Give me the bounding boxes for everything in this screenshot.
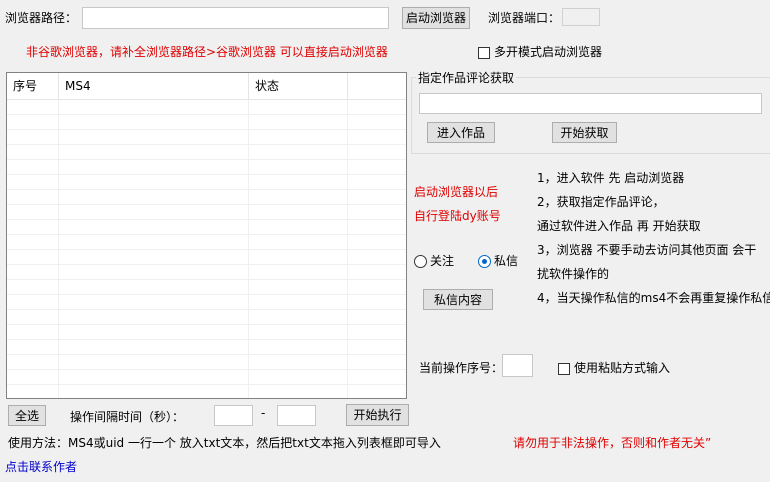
column-divider — [248, 100, 249, 398]
list-header: 序号 MS4 状态 — [7, 73, 406, 100]
current-seq-label: 当前操作序号： — [419, 361, 504, 375]
message-content-button[interactable]: 私信内容 — [423, 289, 493, 310]
follow-label: 关注 — [430, 254, 455, 268]
instruction-line: 扰软件操作的 — [537, 267, 610, 281]
enter-work-button[interactable]: 进入作品 — [427, 122, 495, 143]
login-hint-line2: 自行登陆dy账号 — [414, 209, 501, 223]
work-url-input[interactable] — [419, 93, 762, 114]
select-all-button[interactable]: 全选 — [8, 405, 46, 426]
account-list[interactable]: 序号 MS4 状态 — [6, 72, 407, 399]
interval-from-input[interactable] — [214, 405, 253, 426]
contact-author-link[interactable]: 点击联系作者 — [5, 458, 77, 475]
browser-path-input[interactable] — [82, 7, 389, 29]
paste-mode-checkbox[interactable]: 使用粘贴方式输入 — [558, 359, 670, 376]
start-fetch-button[interactable]: 开始获取 — [552, 122, 617, 143]
interval-dash: - — [261, 406, 266, 420]
start-execute-button[interactable]: 开始执行 — [346, 404, 409, 426]
browser-port-label: 浏览器端口： — [488, 11, 561, 25]
multi-mode-checkbox[interactable]: 多开模式启动浏览器 — [478, 43, 602, 60]
message-label: 私信 — [494, 254, 519, 268]
browser-port-input[interactable] — [562, 8, 600, 26]
interval-to-input[interactable] — [277, 405, 316, 426]
column-header-ms4[interactable]: MS4 — [59, 73, 249, 100]
radio-unchecked-icon — [414, 255, 427, 268]
column-divider — [347, 100, 348, 398]
multi-mode-label: 多开模式启动浏览器 — [494, 45, 603, 59]
checkbox-icon — [558, 362, 570, 375]
follow-radio[interactable]: 关注 — [414, 252, 454, 269]
login-hint-line1: 启动浏览器以后 — [414, 185, 499, 199]
interval-label: 操作间隔时间（秒）： — [70, 410, 185, 424]
instruction-line: 2，获取指定作品评论， — [537, 195, 665, 209]
column-header-seq[interactable]: 序号 — [7, 73, 59, 100]
current-seq-input[interactable] — [502, 354, 533, 377]
instruction-line: 3，浏览器 不要手动去访问其他页面 会干 — [537, 243, 757, 257]
instruction-line: 4，当天操作私信的ms4不会再重复操作私信 — [537, 291, 770, 305]
instruction-line: 通过软件进入作品 再 开始获取 — [537, 219, 701, 233]
work-group-title: 指定作品评论获取 — [416, 69, 517, 86]
usage-text: 使用方法：MS4或uid 一行一个 放入txt文本，然后把txt文本拖入列表框即… — [8, 436, 441, 450]
browser-warning-text: 非谷歌浏览器，请补全浏览器路径>谷歌浏览器 可以直接启动浏览器 — [26, 45, 388, 59]
paste-mode-label: 使用粘贴方式输入 — [574, 361, 671, 375]
instruction-line: 1，进入软件 先 启动浏览器 — [537, 171, 685, 185]
browser-path-label: 浏览器路径： — [5, 11, 78, 25]
legal-warning-text: 请勿用于非法操作，否则和作者无关” — [513, 436, 712, 450]
radio-checked-icon — [478, 255, 491, 268]
column-divider — [58, 100, 59, 398]
checkbox-icon — [478, 46, 490, 59]
launch-browser-button[interactable]: 启动浏览器 — [402, 7, 470, 29]
message-radio[interactable]: 私信 — [478, 252, 518, 269]
column-header-status[interactable]: 状态 — [249, 73, 348, 100]
